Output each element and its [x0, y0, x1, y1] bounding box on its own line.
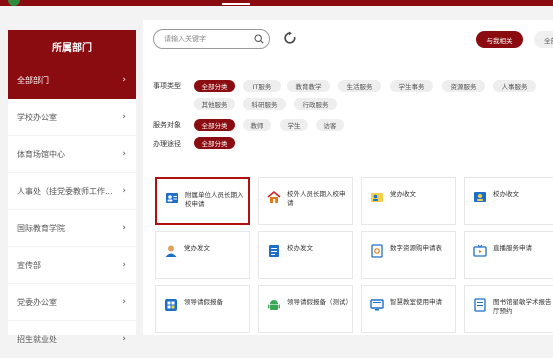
- target-tag-student[interactable]: 学生: [280, 119, 308, 131]
- service-card[interactable]: 校办收文: [464, 177, 553, 225]
- house-icon: [267, 190, 281, 203]
- refresh-icon[interactable]: [283, 31, 297, 45]
- nav-active-underline: [222, 3, 250, 5]
- service-card[interactable]: 领导请假报备: [155, 285, 250, 333]
- card-title: 图书馆星敏学术报告厅预约: [493, 298, 552, 315]
- card-title: 直播服务申请: [493, 244, 532, 252]
- service-card[interactable]: 智慧教室使用申请: [361, 285, 456, 333]
- card-title: 数字资源购申请表: [390, 244, 442, 252]
- service-card[interactable]: 领导请假报备（测试）: [258, 285, 353, 333]
- sidebar-item-label: 体育场馆中心: [17, 149, 65, 159]
- card-title: 校办发文: [287, 244, 313, 252]
- card-title: 附属单位人员长期入校申请: [185, 191, 244, 208]
- service-card[interactable]: 党办收文: [361, 177, 456, 225]
- sidebar-item-label: 党委办公室: [17, 297, 57, 307]
- book-icon: [474, 298, 486, 312]
- card-title: 党办发文: [184, 244, 210, 252]
- grid-icon: [165, 299, 177, 311]
- sidebar-item-all[interactable]: 全部部门 ›: [8, 62, 136, 99]
- logo-icon: [8, 0, 20, 6]
- sidebar-item-hr[interactable]: 人事处（挂党委教师工作... ›: [8, 173, 136, 210]
- service-card[interactable]: 校外人员长期入校申请: [258, 177, 353, 225]
- type-filter-label: 事项类型: [153, 82, 181, 90]
- sidebar-item-publicity[interactable]: 宣传部 ›: [8, 247, 136, 284]
- service-card[interactable]: 校办发文: [258, 231, 353, 279]
- service-card[interactable]: 图书馆星敏学术报告厅预约: [464, 285, 553, 333]
- card-title: 党办收文: [390, 190, 416, 198]
- sidebar-item-admissions[interactable]: 招生就业处 ›: [8, 321, 136, 358]
- card-title: 校外人员长期入校申请: [287, 190, 346, 207]
- card-title: 领导请假报备（测试）: [287, 298, 352, 306]
- top-bar: [0, 0, 553, 6]
- chevron-right-icon: ›: [122, 334, 126, 344]
- monitor-icon: [370, 299, 384, 311]
- department-sidebar: 所属部门 全部部门 › 学校办公室 › 体育场馆中心 › 人事处（挂党委教师工作...…: [8, 30, 136, 358]
- sidebar-item-label: 宣传部: [17, 260, 41, 270]
- type-tag-teaching[interactable]: 教育教学: [287, 80, 330, 92]
- card-title: 领导请假报备: [184, 298, 223, 306]
- sidebar-item-label: 招生就业处: [17, 334, 57, 344]
- person-card-icon: [166, 193, 178, 203]
- chevron-right-icon: ›: [122, 149, 126, 159]
- tv-icon: [473, 244, 487, 257]
- sidebar-item-label: 国际教育学院: [17, 223, 65, 233]
- channel-tag-all[interactable]: 全部分类: [194, 137, 235, 149]
- type-tag-research[interactable]: 科研服务: [243, 98, 286, 110]
- target-filter-label: 服务对象: [153, 121, 181, 129]
- chevron-right-icon: ›: [122, 112, 126, 122]
- main-panel: 与我相关 全部 事项类型 全部分类 IT服务 教育教学 生活服务 学生事务 资源…: [143, 20, 553, 335]
- service-card[interactable]: 数字资源购申请表: [361, 231, 456, 279]
- person-card-icon: [474, 192, 486, 202]
- person-card-icon: [371, 193, 383, 202]
- android-icon: [268, 300, 280, 310]
- type-tag-admin[interactable]: 行政服务: [294, 98, 337, 110]
- chevron-right-icon: ›: [122, 260, 126, 270]
- channel-filter-label: 办理途径: [153, 140, 181, 148]
- search-icon[interactable]: [254, 34, 264, 44]
- sidebar-item-label: 人事处（挂党委教师工作...: [17, 186, 113, 196]
- person-icon: [165, 245, 177, 257]
- chevron-right-icon: ›: [122, 186, 126, 196]
- sidebar-item-school-office[interactable]: 学校办公室 ›: [8, 99, 136, 136]
- chevron-right-icon: ›: [122, 297, 126, 307]
- document-icon: [269, 245, 279, 257]
- service-card[interactable]: 直播服务申请: [464, 231, 553, 279]
- search-input[interactable]: [154, 30, 249, 48]
- chevron-right-icon: ›: [122, 223, 126, 233]
- sidebar-item-stadium-center[interactable]: 体育场馆中心 ›: [8, 136, 136, 173]
- all-button[interactable]: 全部: [534, 31, 553, 48]
- service-card[interactable]: 附属单位人员长期入校申请: [155, 177, 250, 225]
- target-tag-all[interactable]: 全部分类: [194, 119, 235, 131]
- service-card[interactable]: 党办发文: [155, 231, 250, 279]
- search-box: [153, 29, 270, 49]
- related-to-me-button[interactable]: 与我相关: [476, 31, 523, 48]
- sidebar-item-intl-education[interactable]: 国际教育学院 ›: [8, 210, 136, 247]
- form-icon: [371, 244, 383, 258]
- type-tag-other[interactable]: 其他服务: [194, 98, 235, 110]
- type-tag-student[interactable]: 学生事务: [390, 80, 433, 92]
- card-title: 校办收文: [493, 190, 519, 198]
- sidebar-item-label: 全部部门: [17, 75, 49, 85]
- type-tag-it[interactable]: IT服务: [243, 80, 281, 92]
- type-tag-resource[interactable]: 资源服务: [442, 80, 485, 92]
- target-tag-visitor[interactable]: 访客: [316, 119, 344, 131]
- sidebar-item-party-office[interactable]: 党委办公室 ›: [8, 284, 136, 321]
- card-title: 智慧教室使用申请: [390, 298, 442, 306]
- target-tag-teacher[interactable]: 教师: [243, 119, 271, 131]
- chevron-right-icon: ›: [122, 75, 126, 85]
- type-tag-all[interactable]: 全部分类: [194, 80, 235, 92]
- type-tag-hr[interactable]: 人事服务: [493, 80, 536, 92]
- sidebar-title: 所属部门: [8, 30, 136, 62]
- sidebar-item-label: 学校办公室: [17, 112, 57, 122]
- type-tag-life[interactable]: 生活服务: [338, 80, 381, 92]
